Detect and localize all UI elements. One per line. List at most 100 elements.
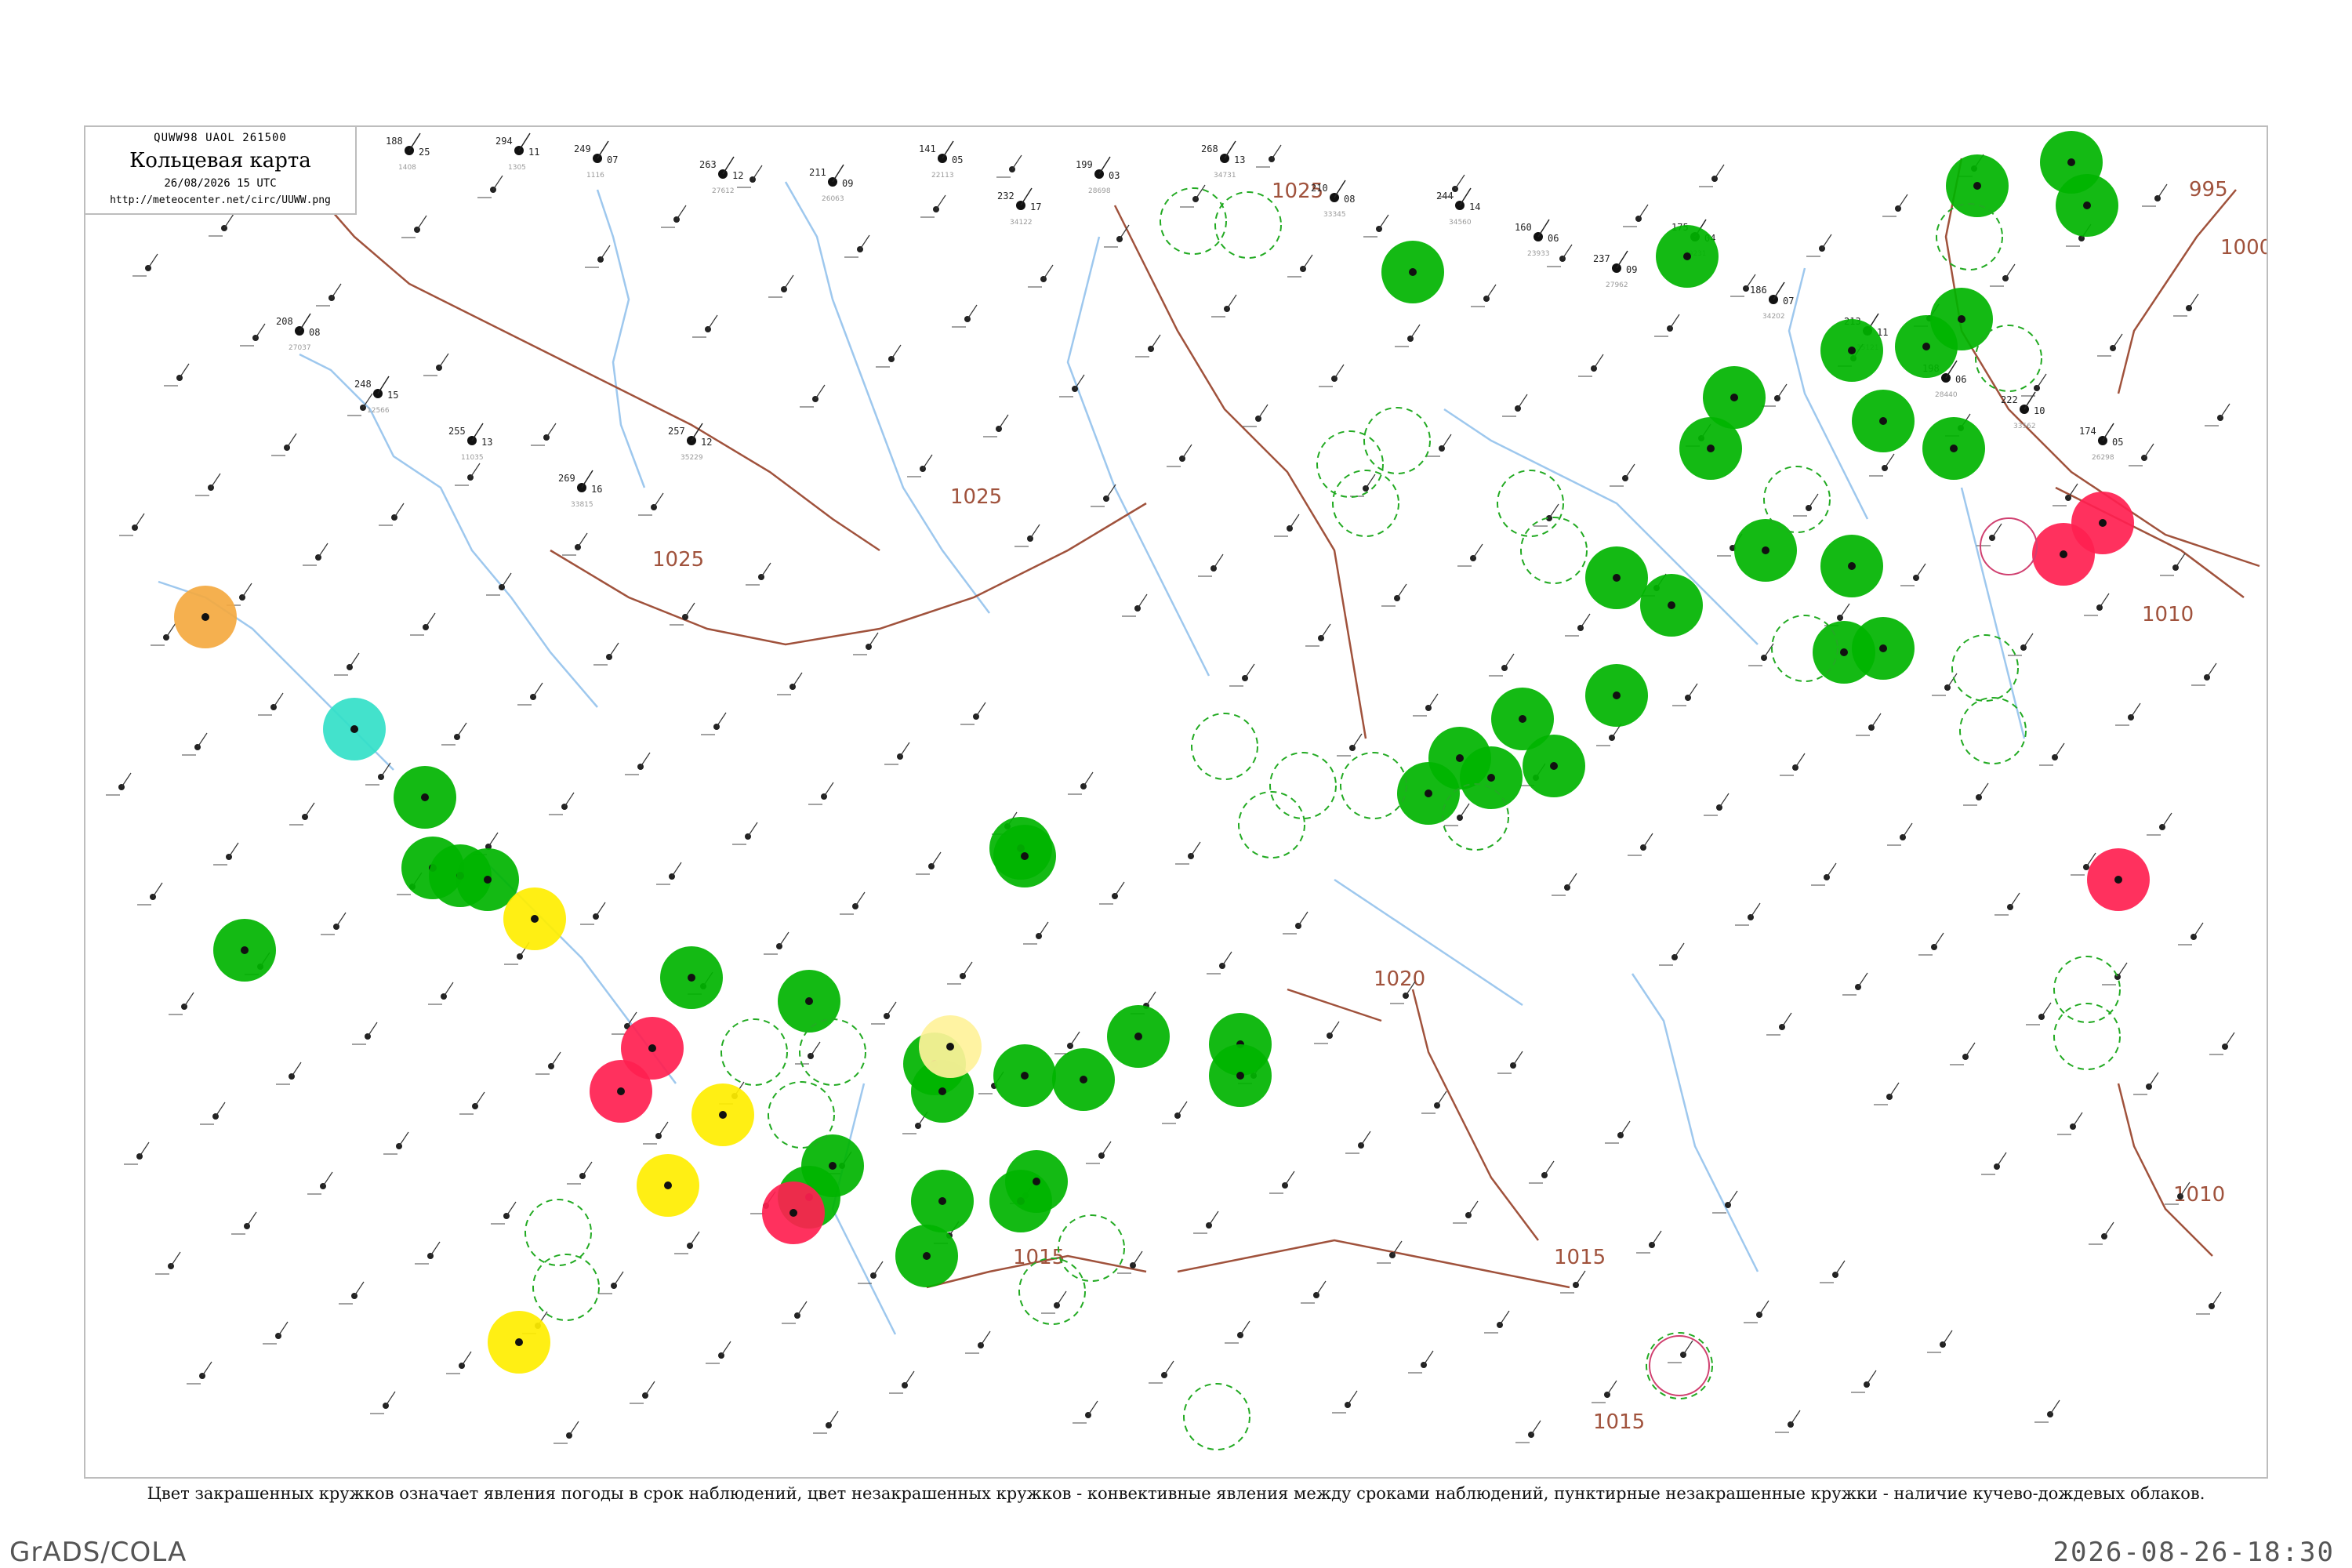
wind-barb <box>1566 873 1577 888</box>
wind-barb <box>532 682 543 698</box>
wind-barb <box>752 165 763 180</box>
wind-barb <box>2206 662 2217 678</box>
isobar-line <box>550 502 1147 646</box>
cumulonimbus-ring <box>1238 791 1305 858</box>
wind-barb <box>134 513 145 528</box>
wind-barb <box>886 1001 897 1017</box>
station-dot <box>719 1111 727 1119</box>
station-temp: 249 <box>574 143 591 154</box>
wind-barb <box>228 842 239 858</box>
wind-barb <box>394 503 405 518</box>
isobar-label: 1020 <box>1374 967 1425 991</box>
wind-barb <box>354 1281 365 1297</box>
wind-barb <box>506 1201 517 1217</box>
wind-barb <box>595 902 606 917</box>
station-dot <box>1848 562 1856 570</box>
wind-barb <box>1347 1390 1358 1406</box>
wind-barb <box>1889 1082 1900 1098</box>
station-dot <box>938 1087 946 1095</box>
station-dot <box>1730 394 1738 401</box>
station-id: 1116 <box>586 172 604 180</box>
wind-barb <box>2211 1291 2222 1307</box>
wind-barb <box>671 862 682 877</box>
station-id: 27612 <box>712 187 735 195</box>
wind-barb <box>1719 793 1730 808</box>
wind-barb <box>1687 683 1698 699</box>
wind-barb <box>792 672 803 688</box>
wind-barb <box>1530 1420 1541 1436</box>
station-dot <box>484 876 492 884</box>
wind-barb <box>613 1271 624 1287</box>
wind-barb <box>1750 902 1761 918</box>
station-dot <box>1958 315 1965 323</box>
wind-barb <box>1651 1230 1662 1246</box>
station-temp: 160 <box>1515 222 1532 233</box>
wind-barb <box>1468 1200 1479 1216</box>
wind-barb <box>456 722 467 738</box>
wind-barb <box>1795 753 1806 768</box>
wind-barb <box>828 1410 839 1426</box>
wind-barb <box>935 194 946 210</box>
station-pressure: 13 <box>1234 154 1245 165</box>
wind-barb <box>899 742 910 757</box>
station-dot <box>1707 445 1715 452</box>
wind-barb <box>1329 1021 1340 1036</box>
station-dot <box>617 1087 625 1095</box>
wind-barb <box>1302 254 1313 270</box>
wind-barb <box>1069 1031 1080 1047</box>
wind-barb <box>550 1051 561 1067</box>
isobar-label: 995 <box>2189 178 2228 201</box>
wind-barb <box>318 543 328 558</box>
wind-barb <box>255 323 266 339</box>
wind-barb <box>1213 554 1224 569</box>
isobar-line <box>1113 205 1367 739</box>
wind-barb <box>2049 1399 2060 1415</box>
wind-barb <box>1965 1042 1976 1058</box>
cumulonimbus-ring <box>1058 1214 1125 1282</box>
station-plot: 263 12 27612 <box>699 156 743 195</box>
isobar-line <box>2117 189 2237 394</box>
wind-barb <box>380 762 391 778</box>
cumulonimbus-ring <box>1763 466 1831 533</box>
wind-barb <box>1436 1091 1447 1106</box>
wind-barb <box>967 304 978 320</box>
station-dot <box>923 1252 931 1260</box>
station-pressure: 09 <box>842 178 853 189</box>
wind-barb <box>859 234 870 250</box>
wind-barb <box>461 1351 472 1367</box>
wind-barb <box>170 1251 181 1267</box>
wind-barb <box>1866 1370 1877 1385</box>
wind-barb <box>653 492 664 508</box>
station-plot: 255 13 11035 <box>448 423 492 462</box>
wind-barb <box>1038 921 1049 937</box>
wind-barb <box>2175 553 2186 568</box>
wind-barb <box>2103 1221 2114 1237</box>
wind-barb <box>165 622 176 638</box>
station-dot <box>1613 691 1621 699</box>
wind-barb <box>783 274 794 290</box>
station-plot: 268 13 34731 <box>1201 140 1245 180</box>
wind-barb <box>2224 1032 2235 1047</box>
wind-barb <box>1593 354 1604 369</box>
wind-barb <box>1208 1210 1219 1226</box>
station-plot: 237 09 27962 <box>1593 250 1637 289</box>
wind-barb <box>720 1341 731 1356</box>
wind-barb <box>1978 782 1989 798</box>
wind-barb <box>1087 1400 1098 1416</box>
wind-barb <box>1727 1190 1738 1206</box>
station-dot <box>1519 715 1526 723</box>
grads-credit: GrADS/COLA <box>9 1537 187 1568</box>
station-dot <box>1973 182 1981 190</box>
station-dot <box>1922 343 1930 350</box>
wind-barb <box>1396 583 1407 599</box>
station-plot: 188 251408 <box>386 132 430 172</box>
wind-barb <box>179 363 190 379</box>
station-id: 35229 <box>681 454 703 462</box>
wind-barb <box>564 792 575 808</box>
wind-barb <box>1132 1250 1143 1266</box>
station-pressure: 06 <box>1955 374 1966 385</box>
isobar-label: 1015 <box>1013 1246 1065 1269</box>
station-temp: 294 <box>495 136 513 147</box>
wind-barb <box>1074 374 1085 390</box>
wind-barb <box>1043 264 1054 280</box>
